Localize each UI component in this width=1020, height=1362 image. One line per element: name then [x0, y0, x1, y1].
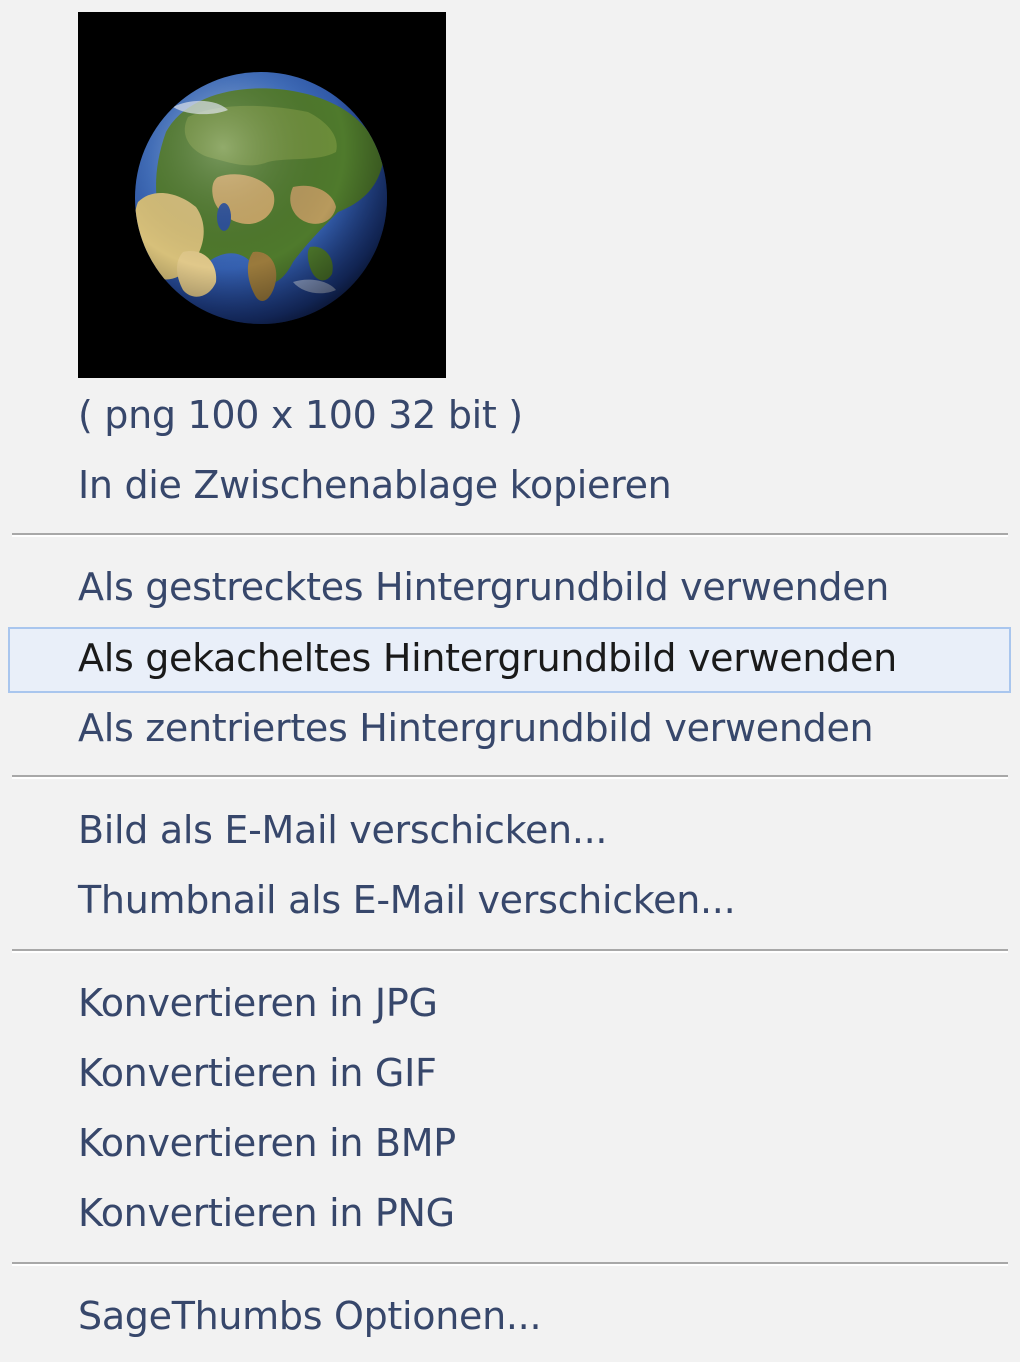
- image-info-label: ( png 100 x 100 32 bit ): [78, 393, 523, 437]
- set-wallpaper-centered-item[interactable]: Als zentriertes Hintergrundbild verwende…: [78, 698, 874, 758]
- menu-separator: [12, 775, 1008, 779]
- menu-separator: [12, 1262, 1008, 1266]
- context-menu: ( png 100 x 100 32 bit ) In die Zwischen…: [0, 0, 1020, 1362]
- globe-icon: [135, 72, 387, 324]
- menu-separator: [12, 533, 1008, 537]
- set-wallpaper-tiled-item[interactable]: Als gekacheltes Hintergrundbild verwende…: [78, 628, 897, 688]
- copy-to-clipboard-item[interactable]: In die Zwischenablage kopieren: [78, 455, 672, 515]
- set-wallpaper-stretched-item[interactable]: Als gestrecktes Hintergrundbild verwende…: [78, 557, 889, 617]
- convert-jpg-item[interactable]: Konvertieren in JPG: [78, 973, 438, 1033]
- sagethumbs-options-item[interactable]: SageThumbs Optionen...: [78, 1286, 542, 1346]
- email-thumbnail-item[interactable]: Thumbnail als E-Mail verschicken...: [78, 870, 736, 930]
- menu-separator: [12, 949, 1008, 953]
- email-image-item[interactable]: Bild als E-Mail verschicken...: [78, 800, 607, 860]
- convert-png-item[interactable]: Konvertieren in PNG: [78, 1183, 455, 1243]
- convert-bmp-item[interactable]: Konvertieren in BMP: [78, 1113, 456, 1173]
- image-thumbnail: [78, 12, 446, 378]
- convert-gif-item[interactable]: Konvertieren in GIF: [78, 1043, 437, 1103]
